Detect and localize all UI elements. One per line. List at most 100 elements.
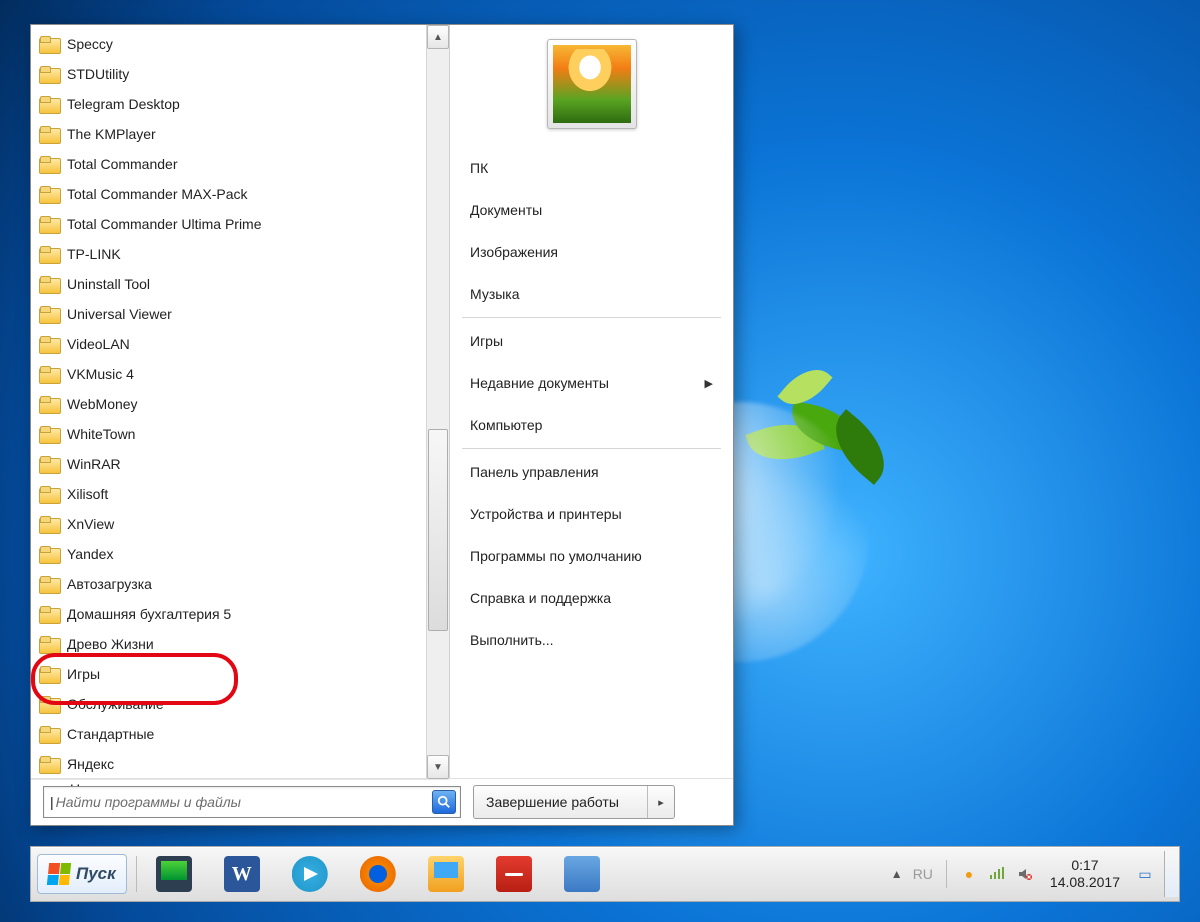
program-folder-item[interactable]: VideoLAN: [39, 329, 426, 359]
right-pane-item[interactable]: Справка и поддержка: [462, 577, 721, 619]
right-pane-item[interactable]: Устройства и принтеры: [462, 493, 721, 535]
folder-icon: [39, 726, 59, 742]
right-pane-item-label: Выполнить...: [470, 632, 554, 648]
folder-icon: [39, 276, 59, 292]
folder-icon: [39, 186, 59, 202]
search-icon[interactable]: [432, 790, 456, 814]
program-folder-item[interactable]: WinRAR: [39, 449, 426, 479]
taskbar-item-task-manager[interactable]: [144, 851, 204, 897]
program-folder-item[interactable]: Total Commander: [39, 149, 426, 179]
program-folder-label: Яндекс: [67, 756, 114, 772]
tray-volume-icon[interactable]: [1016, 865, 1034, 883]
tray-language-indicator[interactable]: RU: [913, 866, 933, 882]
tray-action-center-icon[interactable]: ▭: [1136, 865, 1154, 883]
search-input[interactable]: | Найти программы и файлы: [43, 786, 461, 818]
program-folder-label: STDUtility: [67, 66, 129, 82]
right-pane-item[interactable]: Изображения: [462, 231, 721, 273]
folder-icon: [39, 396, 59, 412]
user-picture-frame[interactable]: [547, 39, 637, 129]
program-folder-item[interactable]: WebMoney: [39, 389, 426, 419]
program-folder-item[interactable]: Yandex: [39, 539, 426, 569]
shutdown-button[interactable]: Завершение работы ▸: [473, 785, 675, 819]
tray-show-hidden-button[interactable]: ▲: [891, 867, 903, 881]
photo-viewer-icon: [428, 856, 464, 892]
program-folder-label: WhiteTown: [67, 426, 135, 442]
tray-antivirus-icon[interactable]: ●: [960, 865, 978, 883]
folder-icon: [39, 546, 59, 562]
taskbar-item-telegram[interactable]: [280, 851, 340, 897]
start-button-label: Пуск: [76, 864, 116, 884]
program-folder-item[interactable]: Домашняя бухгалтерия 5: [39, 599, 426, 629]
program-folder-item[interactable]: WhiteTown: [39, 419, 426, 449]
right-pane-item[interactable]: Программы по умолчанию: [462, 535, 721, 577]
scroll-up-button[interactable]: ▲: [427, 25, 449, 49]
program-folder-item[interactable]: Speccy: [39, 29, 426, 59]
word-icon: [224, 856, 260, 892]
program-folder-item[interactable]: Обслуживание: [39, 689, 426, 719]
shutdown-options-button[interactable]: ▸: [647, 786, 674, 818]
program-folder-item[interactable]: Древо Жизни: [39, 629, 426, 659]
taskbar-item-toolbox[interactable]: [484, 851, 544, 897]
program-folder-item[interactable]: XnView: [39, 509, 426, 539]
program-folder-label: Uninstall Tool: [67, 276, 150, 292]
taskbar: Пуск ▲ RU ● 0:17 14.08.2017 ▭: [30, 846, 1180, 902]
program-folder-item[interactable]: Стандартные: [39, 719, 426, 749]
taskbar-item-firefox[interactable]: [348, 851, 408, 897]
system-tray: ▲ RU ● 0:17 14.08.2017 ▭: [881, 857, 1164, 891]
program-folder-item[interactable]: Total Commander Ultima Prime: [39, 209, 426, 239]
right-pane-item[interactable]: Выполнить...: [462, 619, 721, 661]
program-folder-label: Древо Жизни: [67, 636, 154, 652]
folder-icon: [39, 756, 59, 772]
scroll-thumb[interactable]: [428, 429, 448, 631]
scroll-down-button[interactable]: ▼: [427, 755, 449, 779]
folder-icon: [39, 456, 59, 472]
taskbar-item-word[interactable]: [212, 851, 272, 897]
program-folder-item[interactable]: TP-LINK: [39, 239, 426, 269]
program-folder-item[interactable]: VKMusic 4: [39, 359, 426, 389]
right-pane-item[interactable]: Игры: [462, 320, 721, 362]
program-folder-label: WebMoney: [67, 396, 138, 412]
right-pane-item[interactable]: ПК: [462, 147, 721, 189]
all-programs-list[interactable]: Speccy STDUtility Telegram Desktop The KMPl…: [31, 25, 426, 779]
start-menu: Speccy STDUtility Telegram Desktop The KMPl…: [30, 24, 734, 826]
program-folder-item[interactable]: Яндекс: [39, 749, 426, 779]
program-folder-item[interactable]: STDUtility: [39, 59, 426, 89]
program-folder-label: Speccy: [67, 36, 113, 52]
toolbox-icon: [496, 856, 532, 892]
scroll-track[interactable]: [427, 49, 449, 755]
right-pane-item-label: Компьютер: [470, 417, 542, 433]
program-folder-label: Total Commander: [67, 156, 178, 172]
right-pane-item[interactable]: Панель управления: [462, 451, 721, 493]
program-folder-item[interactable]: Universal Viewer: [39, 299, 426, 329]
program-folder-label: Telegram Desktop: [67, 96, 180, 112]
taskbar-item-photo-viewer[interactable]: [416, 851, 476, 897]
folder-icon: [39, 696, 59, 712]
right-pane-item[interactable]: Компьютер: [462, 404, 721, 446]
show-desktop-button[interactable]: [1164, 851, 1179, 897]
right-pane-item-label: Программы по умолчанию: [470, 548, 642, 564]
right-pane-item[interactable]: Документы: [462, 189, 721, 231]
tray-network-icon[interactable]: [988, 865, 1006, 883]
program-folder-item[interactable]: Игры: [39, 659, 426, 689]
text-cursor: |: [50, 794, 54, 810]
right-pane-item[interactable]: Недавние документы▶: [462, 362, 721, 404]
program-folder-item[interactable]: Total Commander MAX-Pack: [39, 179, 426, 209]
start-menu-programs-pane: Speccy STDUtility Telegram Desktop The KMPl…: [31, 25, 450, 778]
programs-scrollbar[interactable]: ▲ ▼: [426, 25, 449, 779]
program-folder-label: Universal Viewer: [67, 306, 172, 322]
folder-icon: [39, 96, 59, 112]
folder-icon: [39, 66, 59, 82]
start-button[interactable]: Пуск: [37, 854, 127, 894]
program-folder-item[interactable]: The KMPlayer: [39, 119, 426, 149]
program-folder-item[interactable]: Xilisoft: [39, 479, 426, 509]
program-folder-label: XnView: [67, 516, 114, 532]
program-folder-item[interactable]: Uninstall Tool: [39, 269, 426, 299]
taskbar-clock[interactable]: 0:17 14.08.2017: [1044, 857, 1126, 891]
folder-icon: [39, 606, 59, 622]
right-pane-item[interactable]: Музыка: [462, 273, 721, 315]
program-folder-item[interactable]: Автозагрузка: [39, 569, 426, 599]
program-folder-item[interactable]: Telegram Desktop: [39, 89, 426, 119]
folder-icon: [39, 486, 59, 502]
folder-icon: [39, 576, 59, 592]
taskbar-item-control-panel[interactable]: [552, 851, 612, 897]
